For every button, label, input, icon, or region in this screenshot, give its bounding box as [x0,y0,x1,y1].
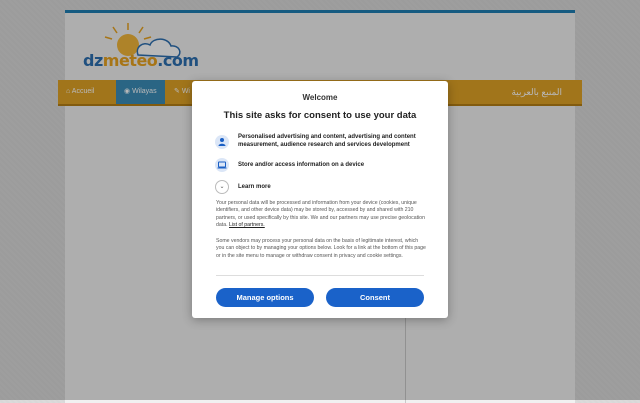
purpose-text: Store and/or access information on a dev… [238,161,428,169]
purpose-personalised: Personalised advertising and content, ad… [215,133,430,153]
consent-dialog: Welcome This site asks for consent to us… [192,81,448,318]
learn-more-label: Learn more [238,183,271,191]
consent-paragraph-1: Your personal data will be processed and… [216,200,426,230]
learn-more-toggle[interactable]: ⌄ Learn more [215,180,430,194]
consent-paragraph-2: Some vendors may process your personal d… [216,238,426,259]
purpose-storage: Store and/or access information on a dev… [215,158,430,174]
purpose-text: Personalised advertising and content, ad… [238,133,428,149]
manage-options-button[interactable]: Manage options [216,288,314,307]
purpose-label: Personalised advertising and content, ad… [238,134,416,148]
person-icon [215,135,229,149]
consent-title: This site asks for consent to use your d… [223,110,417,121]
device-icon [215,158,229,172]
chevron-down-icon: ⌄ [215,180,229,194]
dialog-divider [216,275,424,276]
partners-link[interactable]: List of partners. [229,222,265,228]
learn-more-text: Learn more [238,184,271,190]
purpose-label: Store and/or access information on a dev… [238,162,365,168]
consent-button[interactable]: Consent [326,288,424,307]
welcome-heading: Welcome [302,93,338,102]
